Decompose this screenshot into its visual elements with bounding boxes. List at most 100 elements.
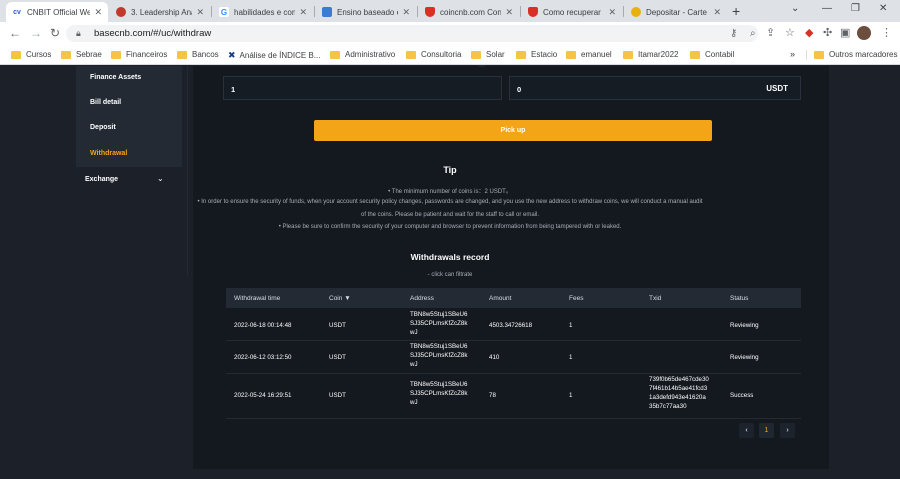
sidebar-item-bill-detail[interactable]: Bill detail [90, 99, 121, 106]
bookmark-item[interactable]: Financeiros [111, 50, 167, 59]
cnbit-icon: cv [12, 7, 22, 17]
cell-address: TBN8w5Stuj1SBeU6 SJ35CPLmsKfZcZ8k wJ [410, 343, 468, 368]
sidebar-item-finance-assets[interactable]: Finance Assets [90, 74, 141, 81]
cell-fees: 1 [569, 354, 573, 361]
bookmark-item[interactable]: Solar [471, 50, 505, 59]
close-icon[interactable]: ✕ [94, 7, 102, 18]
bookmark-item[interactable]: ✖ Análise de ÍNDICE B... [228, 50, 320, 61]
close-icon[interactable]: ✕ [713, 7, 721, 18]
tab-habilidades[interactable]: G habilidades e com ✕ [213, 2, 313, 22]
table-row: 2022-06-12 03:12:50 USDT TBN8w5Stuj1SBeU… [226, 341, 801, 374]
new-tab-button[interactable]: + [732, 3, 740, 19]
reload-icon[interactable]: ↻ [50, 26, 60, 40]
bookmark-star-icon[interactable]: ☆ [785, 26, 795, 39]
sidebar-item-exchange[interactable]: Exchange [85, 176, 118, 183]
tab-search-icon[interactable]: ⌄ [791, 3, 799, 14]
cell-coin: USDT [329, 392, 346, 399]
cell-address: TBN8w5Stuj1SBeU6 SJ35CPLmsKfZcZ8k wJ [410, 311, 468, 336]
cell-fees: 1 [569, 392, 573, 399]
shield-icon [528, 7, 538, 17]
records-title: Withdrawals record [410, 252, 490, 262]
bookmark-label: Análise de ÍNDICE B... [239, 51, 321, 60]
bookmark-item[interactable]: Contabil [690, 50, 734, 59]
cell-time: 2022-06-18 00:14:48 [234, 322, 292, 329]
back-icon[interactable]: ← [9, 26, 21, 40]
bookmark-label: Contabil [705, 50, 735, 59]
pick-up-button[interactable]: Pick up [314, 120, 712, 141]
bookmark-label: Administrativo [345, 50, 396, 59]
lock-icon[interactable]: 🔒︎ [76, 28, 81, 39]
tab-ensino[interactable]: Ensino baseado e ✕ [316, 2, 416, 22]
folder-icon [471, 50, 481, 59]
bookmark-label: Outros marcadores [829, 50, 898, 59]
fee-input[interactable]: 0 USDT [509, 76, 801, 100]
records-hint: - click can filtrate [427, 272, 473, 278]
bookmark-item[interactable]: Consultoria [406, 50, 461, 59]
bookmark-item[interactable]: Estacio [516, 50, 557, 59]
forward-icon[interactable]: → [30, 26, 42, 40]
bookmark-label: Financeiros [126, 50, 168, 59]
page-1-button[interactable]: 1 [759, 423, 774, 438]
address-bar[interactable]: 🔒︎ basecnb.com/#/uc/withdraw ⚷ ⌕ [66, 25, 758, 42]
cell-coin: USDT [329, 322, 346, 329]
col-coin-label: Coin [329, 295, 343, 302]
tab-cnbit[interactable]: cv CNBIT Official We ✕ [6, 2, 108, 22]
tab-strip: cv CNBIT Official We ✕ 3. Leadership Ana… [0, 0, 900, 22]
tip-line: • In order to ensure the security of fun… [197, 199, 703, 205]
window-close-button[interactable]: ✕ [879, 3, 887, 14]
amount-input[interactable]: 1 [223, 76, 502, 100]
tab-depositar[interactable]: Depositar - Carte ✕ [625, 2, 727, 22]
folder-icon [690, 50, 700, 59]
bookmark-item[interactable]: Cursos [11, 50, 51, 59]
next-page-button[interactable]: › [780, 423, 795, 438]
bookmark-item[interactable]: Bancos [177, 50, 219, 59]
restore-button[interactable]: ❐ [851, 3, 860, 14]
col-coin[interactable]: Coin ▼ [329, 295, 351, 302]
bookmark-label: Bancos [192, 50, 219, 59]
leadership-icon [116, 7, 126, 17]
sidepanel-icon[interactable]: ▣ [840, 26, 850, 39]
puzzle-icon[interactable]: ✣ [823, 26, 832, 39]
tab-coincnb[interactable]: coincnb.com Con ✕ [419, 2, 519, 22]
bookmark-item[interactable]: emanuel [566, 50, 612, 59]
url-text[interactable]: basecnb.com/#/uc/withdraw [94, 28, 211, 39]
close-icon[interactable]: ✕ [505, 7, 513, 18]
minimize-button[interactable]: — [822, 3, 832, 14]
other-bookmarks[interactable]: Outros marcadores [814, 50, 897, 59]
field-label: ∙∙∙∙ [478, 63, 486, 70]
filter-icon[interactable]: ▼ [344, 295, 350, 302]
bookmark-item[interactable]: Administrativo [330, 50, 395, 59]
zoom-icon[interactable]: ⌕ [750, 28, 756, 39]
key-icon[interactable]: ⚷ [730, 28, 737, 39]
bookmark-item[interactable]: Sebrae [61, 50, 102, 59]
bookmark-item[interactable]: Itamar2022 [623, 50, 678, 59]
ensino-icon [322, 7, 332, 17]
sidebar-item-withdrawal[interactable]: Withdrawal [90, 150, 127, 157]
close-icon[interactable]: ✕ [299, 7, 307, 18]
tip-line: • The minimum number of coins is：2 USDT。 [388, 189, 512, 195]
prev-page-button[interactable]: ‹ [739, 423, 754, 438]
amount-value: 1 [231, 85, 236, 94]
coin-icon [631, 7, 641, 17]
tab-leadership[interactable]: 3. Leadership Ana ✕ [110, 2, 210, 22]
folder-icon [177, 50, 187, 59]
tip-line: of the coins. Please be patient and wait… [361, 212, 539, 218]
tab-title: CNBIT Official We [27, 7, 91, 17]
close-icon[interactable]: ✕ [402, 7, 410, 18]
avatar[interactable] [857, 26, 871, 40]
bookmarks-overflow[interactable]: » [790, 49, 795, 59]
sidebar-item-deposit[interactable]: Deposit [90, 124, 116, 131]
cell-amount: 78 [489, 392, 496, 399]
tip-title: Tip [443, 165, 457, 175]
close-icon[interactable]: ✕ [196, 7, 204, 18]
tab-recuperar[interactable]: Como recuperar ✕ [522, 2, 622, 22]
close-icon[interactable]: ✕ [608, 7, 616, 18]
tip-line: • Please be sure to confirm the security… [278, 224, 622, 230]
chevron-down-icon[interactable]: ⌄ [157, 174, 164, 183]
share-icon[interactable]: ⇪ [766, 26, 775, 39]
folder-icon [330, 50, 340, 59]
extension-icon[interactable]: ◆ [805, 26, 813, 39]
menu-icon[interactable]: ⋮ [881, 26, 892, 39]
bookmark-label: emanuel [581, 50, 612, 59]
col-withdrawal-time: Withdrawal time [234, 295, 281, 302]
